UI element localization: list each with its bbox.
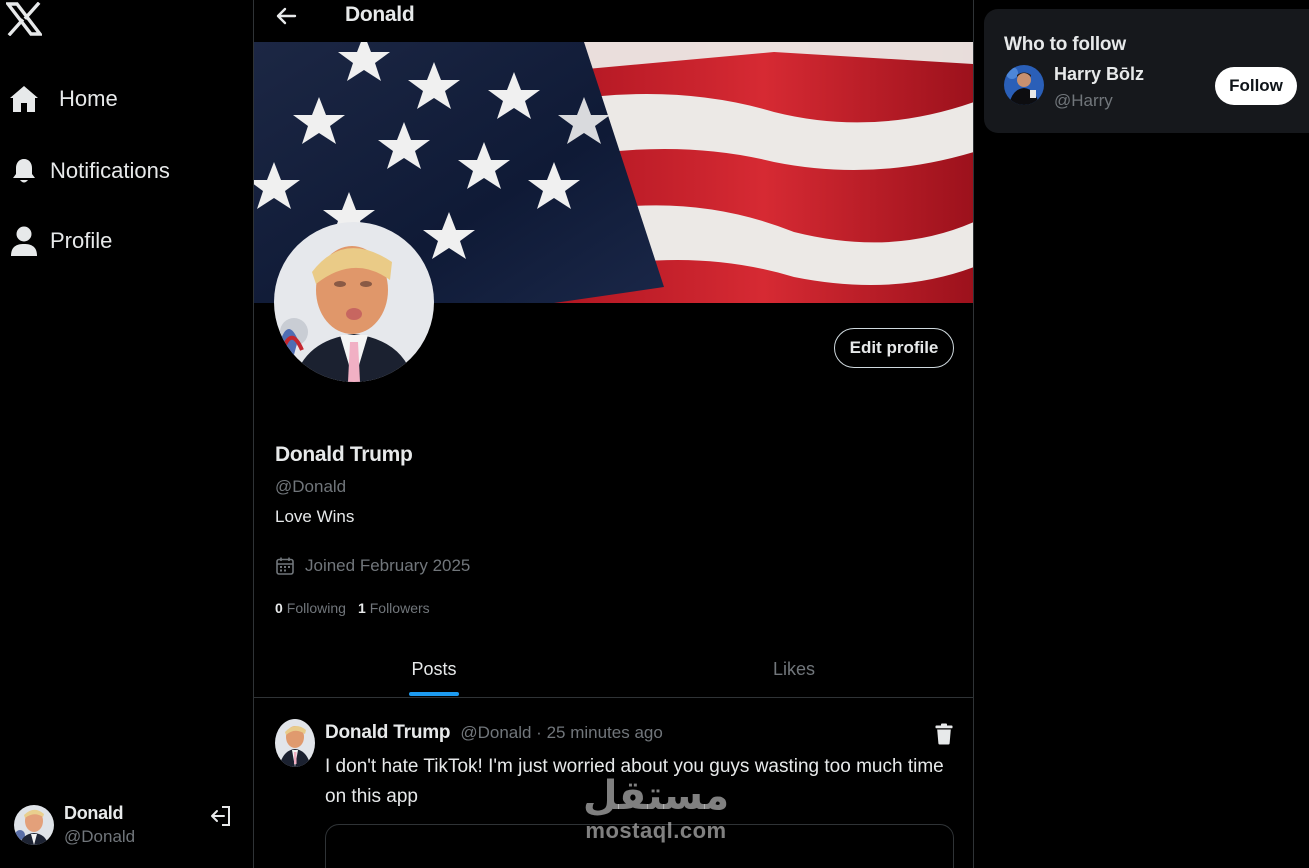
profile-avatar[interactable] xyxy=(274,222,434,382)
suggested-user-name[interactable]: Harry Bōlz xyxy=(1054,64,1144,85)
who-to-follow-panel: Who to follow Harry Bōlz @Harry Follow xyxy=(984,9,1309,133)
following-count: 0 xyxy=(275,600,283,616)
page-title: Donald xyxy=(345,3,415,26)
sidebar: Home Notifications Profile Donald @Donal… xyxy=(0,0,253,868)
followers-label: Followers xyxy=(369,600,430,616)
x-logo-icon[interactable] xyxy=(4,1,44,37)
tab-label: Posts xyxy=(411,659,457,679)
account-handle: @Donald xyxy=(64,826,136,846)
post-text: I don't hate TikTok! I'm just worried ab… xyxy=(325,756,944,807)
follow-stats: 0 Following 1 Followers xyxy=(275,600,442,616)
account-switcher[interactable]: Donald @Donald xyxy=(14,800,239,850)
profile-handle: @Donald xyxy=(275,477,347,496)
sidebar-item-label: Notifications xyxy=(50,158,170,183)
sidebar-item-notifications[interactable]: Notifications xyxy=(6,149,170,193)
who-to-follow-title: Who to follow xyxy=(1004,34,1126,55)
arrow-left-icon[interactable] xyxy=(274,4,298,28)
tab-label: Likes xyxy=(772,659,816,679)
user-icon xyxy=(6,223,42,259)
profile-display-name: Donald Trump xyxy=(275,443,413,466)
sidebar-item-home[interactable]: Home xyxy=(6,77,118,121)
tab-likes[interactable]: Likes xyxy=(614,640,973,697)
post[interactable]: Donald Trump @Donald · 25 minutes ago I … xyxy=(254,699,973,868)
sidebar-item-label: Home xyxy=(59,86,118,111)
sidebar-item-profile[interactable]: Profile xyxy=(6,219,112,263)
joined-date: Joined February 2025 xyxy=(275,556,470,576)
active-tab-indicator xyxy=(409,692,459,696)
logout-icon[interactable] xyxy=(209,804,233,828)
edit-profile-button[interactable]: Edit profile xyxy=(834,328,954,368)
joined-text: Joined February 2025 xyxy=(305,556,471,575)
profile-header: Donald xyxy=(254,0,973,42)
following-link[interactable]: 0 Following xyxy=(275,600,346,616)
suggested-user-handle: @Harry xyxy=(1054,91,1113,110)
tab-posts[interactable]: Posts xyxy=(254,640,614,697)
followers-link[interactable]: 1 Followers xyxy=(358,600,430,616)
post-meta: @Donald · 25 minutes ago xyxy=(460,723,663,742)
avatar[interactable] xyxy=(1004,65,1044,105)
account-name: Donald xyxy=(64,803,124,823)
profile-bio: Love Wins xyxy=(275,507,355,526)
trash-icon[interactable] xyxy=(934,723,954,745)
profile-tabs: Posts Likes xyxy=(254,640,973,698)
calendar-icon xyxy=(275,556,295,576)
avatar[interactable] xyxy=(275,719,315,767)
post-header: Donald Trump @Donald · 25 minutes ago xyxy=(325,722,663,744)
avatar xyxy=(14,805,54,845)
followers-count: 1 xyxy=(357,600,366,616)
profile-column: Donald Edit profile Donald Trump @Donald… xyxy=(253,0,974,868)
post-author[interactable]: Donald Trump xyxy=(325,722,451,744)
follow-button[interactable]: Follow xyxy=(1215,67,1297,105)
bell-icon xyxy=(6,153,42,189)
sidebar-item-label: Profile xyxy=(50,228,113,253)
following-label: Following xyxy=(286,600,346,616)
home-icon xyxy=(6,81,42,117)
post-media[interactable] xyxy=(325,824,954,868)
